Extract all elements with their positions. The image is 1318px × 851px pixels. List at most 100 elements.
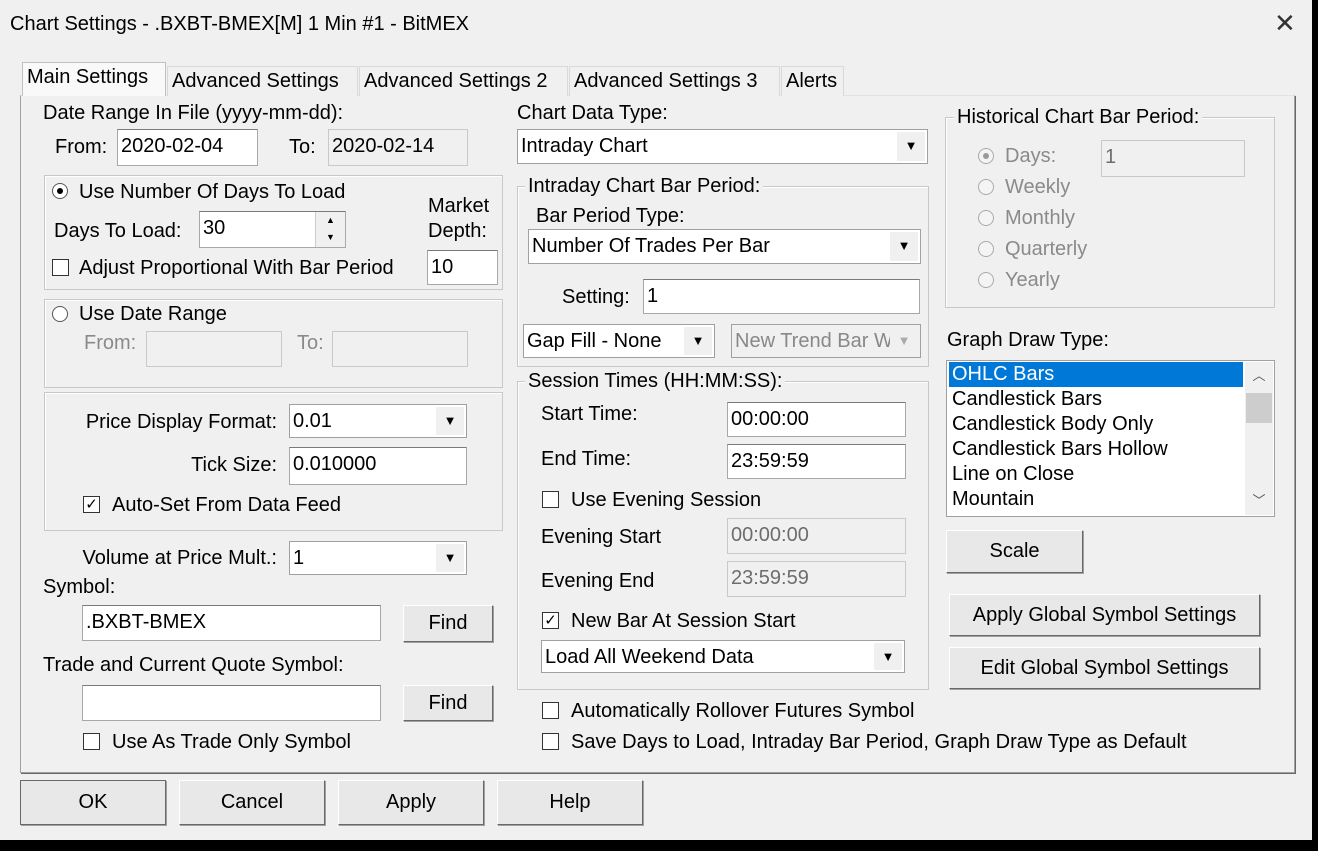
trade-only-checkbox[interactable] — [83, 733, 100, 750]
new-trend-bar-select: New Trend Bar W ▼ — [731, 324, 921, 358]
tick-size-label: Tick Size: — [191, 454, 277, 476]
vap-mult-label: Volume at Price Mult.: — [82, 547, 277, 569]
rollover-checkbox[interactable] — [542, 702, 559, 719]
gap-fill-select[interactable]: Gap Fill - None ▼ — [523, 324, 715, 358]
help-button[interactable]: Help — [497, 780, 643, 825]
price-format-select[interactable]: 0.01 ▼ — [289, 404, 467, 438]
rollover-label: Automatically Rollover Futures Symbol — [571, 700, 915, 722]
weekly-radio — [978, 179, 994, 195]
to-label: To: — [289, 136, 316, 158]
start-time-label: Start Time: — [541, 403, 638, 425]
yearly-label: Yearly — [1005, 269, 1060, 291]
range-from-input — [146, 331, 282, 367]
symbol-label: Symbol: — [43, 576, 116, 598]
list-item[interactable]: OHLC Bars — [949, 362, 1243, 387]
close-icon[interactable]: ✕ — [1274, 8, 1296, 39]
auto-set-label: Auto-Set From Data Feed — [112, 494, 341, 516]
chevron-down-icon: ▼ — [897, 132, 925, 161]
tab-advanced-settings[interactable]: Advanced Settings — [167, 66, 358, 96]
price-format-label: Price Display Format: — [85, 411, 277, 433]
evening-session-checkbox[interactable] — [542, 491, 559, 508]
graph-draw-type-list[interactable]: OHLC Bars Candlestick Bars Candlestick B… — [946, 360, 1275, 517]
find-symbol-button[interactable]: Find — [403, 605, 493, 642]
tick-size-input[interactable]: 0.010000 — [289, 447, 467, 485]
quarterly-radio — [978, 241, 994, 257]
spin-up-icon[interactable]: ▲ — [316, 212, 345, 229]
trade-only-label: Use As Trade Only Symbol — [112, 731, 351, 753]
auto-set-checkbox[interactable]: ✓ — [83, 496, 100, 513]
weekend-data-select[interactable]: Load All Weekend Data ▼ — [541, 640, 905, 673]
use-date-range-label: Use Date Range — [79, 303, 227, 325]
use-days-radio[interactable] — [52, 183, 68, 199]
date-from-input[interactable]: 2020-02-04 — [117, 129, 258, 166]
trade-symbol-label: Trade and Current Quote Symbol: — [43, 654, 344, 676]
scrollbar-thumb[interactable] — [1246, 393, 1272, 423]
market-depth-label-1: Market — [428, 195, 490, 217]
market-depth-input[interactable]: 10 — [427, 250, 498, 285]
range-from-label: From: — [84, 332, 137, 354]
chevron-up-icon[interactable]: ︿ — [1245, 362, 1273, 390]
evening-end-label: Evening End — [541, 570, 655, 592]
list-item[interactable]: Candlestick Bars Hollow — [949, 437, 1243, 462]
edit-global-symbol-settings-button[interactable]: Edit Global Symbol Settings — [949, 647, 1260, 689]
window-title: Chart Settings - .BXBT-BMEX[M] 1 Min #1 … — [10, 13, 470, 35]
evening-end-input: 23:59:59 — [727, 561, 906, 597]
bar-period-type-label: Bar Period Type: — [536, 205, 685, 227]
chart-settings-dialog: Chart Settings - .BXBT-BMEX[M] 1 Min #1 … — [0, 0, 1312, 840]
yearly-radio — [978, 272, 994, 288]
end-time-input[interactable]: 23:59:59 — [727, 444, 906, 479]
end-time-label: End Time: — [541, 448, 632, 470]
vap-mult-select[interactable]: 1 ▼ — [289, 541, 467, 575]
market-depth-label-2: Depth: — [428, 220, 487, 242]
save-default-label: Save Days to Load, Intraday Bar Period, … — [571, 731, 1187, 753]
days-value: 30 — [203, 217, 226, 239]
use-date-range-radio[interactable] — [52, 306, 68, 322]
apply-button[interactable]: Apply — [338, 780, 484, 825]
date-range-label: Date Range In File (yyyy-mm-dd): — [43, 102, 344, 124]
date-to-input: 2020-02-14 — [328, 129, 468, 166]
list-item[interactable]: Line on Close — [949, 462, 1243, 487]
trade-symbol-input[interactable] — [82, 685, 381, 721]
weekly-label: Weekly — [1005, 176, 1071, 198]
find-trade-symbol-button[interactable]: Find — [403, 685, 493, 721]
list-item[interactable]: Candlestick Bars — [949, 387, 1243, 412]
start-time-input[interactable]: 00:00:00 — [727, 402, 906, 437]
weekend-data-value: Load All Weekend Data — [545, 646, 754, 668]
adjust-proportional-label: Adjust Proportional With Bar Period — [79, 257, 394, 279]
new-bar-session-checkbox[interactable]: ✓ — [542, 612, 559, 629]
chevron-down-icon[interactable]: ﹀ — [1245, 487, 1273, 515]
historical-days-input: 1 — [1101, 140, 1245, 177]
symbol-input[interactable]: .BXBT-BMEX — [82, 605, 381, 641]
scrollbar[interactable]: ︿ ﹀ — [1245, 362, 1273, 515]
spin-down-icon[interactable]: ▼ — [316, 229, 345, 246]
bar-period-type-select[interactable]: Number Of Trades Per Bar ▼ — [528, 229, 921, 264]
chevron-down-icon: ▼ — [436, 544, 464, 572]
tab-alerts[interactable]: Alerts — [781, 66, 844, 96]
days-option-label: Days: — [1005, 145, 1057, 167]
evening-start-input: 00:00:00 — [727, 518, 906, 554]
chevron-down-icon: ▼ — [436, 407, 464, 435]
scale-button[interactable]: Scale — [946, 530, 1083, 573]
new-trend-bar-value: New Trend Bar W — [735, 330, 893, 352]
days-radio — [978, 148, 994, 164]
tab-advanced-settings-3[interactable]: Advanced Settings 3 — [569, 66, 780, 96]
list-item[interactable]: Candlestick Body Only — [949, 412, 1243, 437]
adjust-proportional-checkbox[interactable] — [52, 259, 69, 276]
cancel-button[interactable]: Cancel — [179, 780, 325, 825]
days-to-load-input[interactable]: 30 ▲ ▼ — [199, 211, 346, 248]
tab-advanced-settings-2[interactable]: Advanced Settings 2 — [359, 66, 568, 96]
use-days-label: Use Number Of Days To Load — [79, 181, 346, 203]
list-item[interactable]: Mountain — [949, 487, 1243, 512]
chart-data-type-select[interactable]: Intraday Chart ▼ — [517, 129, 928, 164]
new-bar-session-label: New Bar At Session Start — [571, 610, 796, 632]
vap-value: 1 — [293, 547, 305, 569]
apply-global-symbol-settings-button[interactable]: Apply Global Symbol Settings — [949, 594, 1260, 636]
monthly-label: Monthly — [1005, 207, 1076, 229]
ok-button[interactable]: OK — [20, 780, 166, 825]
setting-input[interactable]: 1 — [643, 279, 920, 314]
range-to-label: To: — [297, 332, 324, 354]
spinner[interactable]: ▲ ▼ — [315, 212, 345, 247]
tab-main-settings[interactable]: Main Settings — [22, 62, 166, 96]
save-default-checkbox[interactable] — [542, 733, 559, 750]
chevron-down-icon: ▼ — [874, 643, 902, 670]
